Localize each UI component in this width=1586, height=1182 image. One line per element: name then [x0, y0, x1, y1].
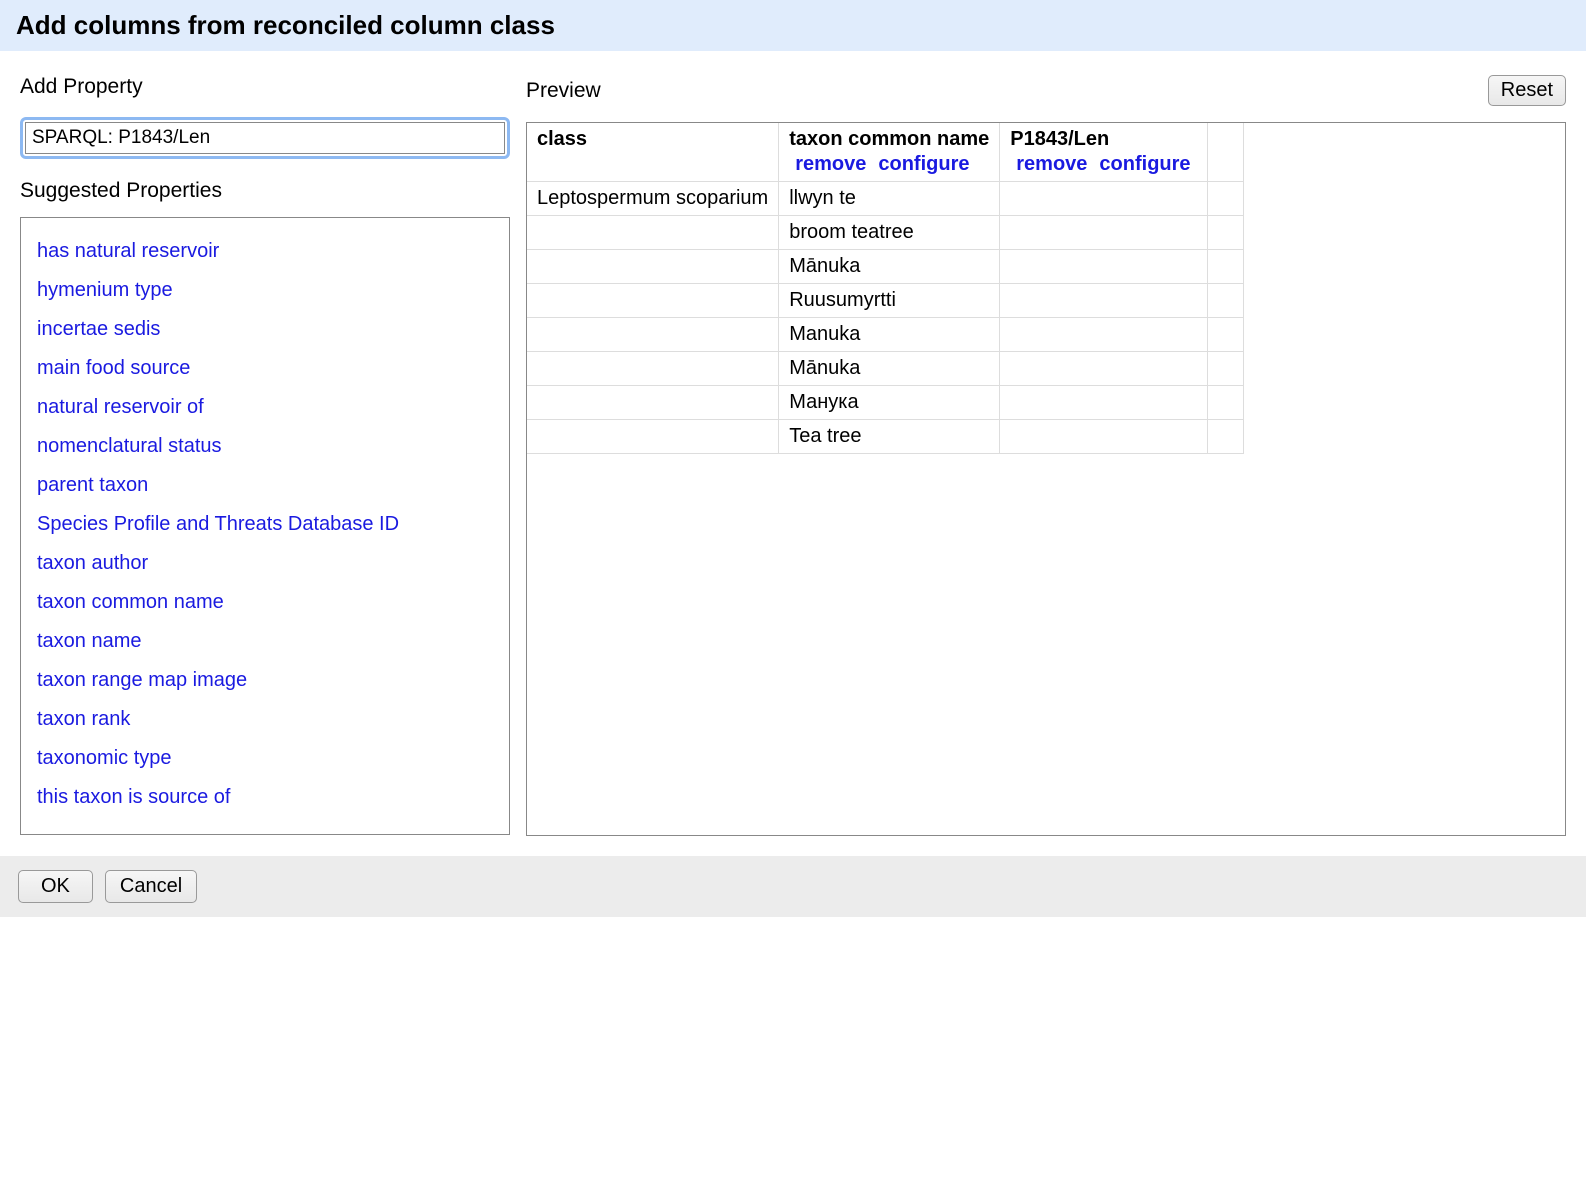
- table-row: Tea tree: [527, 420, 1243, 454]
- table-cell: Mānuka: [779, 250, 1000, 284]
- add-property-heading: Add Property: [20, 75, 510, 99]
- column-actions: remove configure: [789, 153, 989, 176]
- dialog-footer: OK Cancel: [0, 856, 1586, 917]
- table-row: Mānuka: [527, 352, 1243, 386]
- ok-button[interactable]: OK: [18, 870, 93, 903]
- suggested-property-item[interactable]: taxon rank: [37, 700, 493, 739]
- suggested-property-item[interactable]: taxon range map image: [37, 661, 493, 700]
- configure-column-link[interactable]: configure: [1099, 153, 1190, 175]
- suggested-property-item[interactable]: has natural reservoir: [37, 232, 493, 271]
- suggested-properties-list: has natural reservoirhymenium typeincert…: [20, 217, 510, 835]
- column-actions: remove configure: [1010, 153, 1196, 176]
- table-cell-empty: [1207, 250, 1243, 284]
- table-cell: Манука: [779, 386, 1000, 420]
- table-cell-empty: [1207, 284, 1243, 318]
- suggested-property-item[interactable]: natural reservoir of: [37, 388, 493, 427]
- suggested-property-item[interactable]: taxonomic type: [37, 739, 493, 778]
- property-input[interactable]: [25, 122, 505, 154]
- suggested-property-item[interactable]: taxon name: [37, 622, 493, 661]
- reset-button[interactable]: Reset: [1488, 75, 1566, 106]
- column-header: P1843/Lenremove configure: [1000, 123, 1207, 182]
- table-cell: broom teatree: [779, 216, 1000, 250]
- table-row: Манука: [527, 386, 1243, 420]
- column-header-label: class: [537, 128, 768, 151]
- suggested-properties-heading: Suggested Properties: [20, 179, 510, 203]
- table-cell-empty: [1207, 318, 1243, 352]
- cancel-button[interactable]: Cancel: [105, 870, 197, 903]
- table-cell-empty: [1207, 182, 1243, 216]
- dialog-body: Add Property Suggested Properties has na…: [0, 51, 1586, 856]
- table-cell: [1000, 216, 1207, 250]
- table-cell: [1000, 420, 1207, 454]
- column-header-empty: [1207, 123, 1243, 182]
- suggested-property-item[interactable]: taxon author: [37, 544, 493, 583]
- table-cell: [1000, 318, 1207, 352]
- table-row: Mānuka: [527, 250, 1243, 284]
- table-cell: Tea tree: [779, 420, 1000, 454]
- table-cell: [527, 318, 779, 352]
- table-cell: llwyn te: [779, 182, 1000, 216]
- table-cell-empty: [1207, 420, 1243, 454]
- suggested-property-item[interactable]: hymenium type: [37, 271, 493, 310]
- table-row: Ruusumyrtti: [527, 284, 1243, 318]
- suggested-property-item[interactable]: taxon common name: [37, 583, 493, 622]
- suggested-property-item[interactable]: main food source: [37, 349, 493, 388]
- configure-column-link[interactable]: configure: [878, 153, 969, 175]
- table-cell-empty: [1207, 386, 1243, 420]
- table-cell: [1000, 250, 1207, 284]
- property-input-wrap: [20, 117, 510, 159]
- table-cell: Leptospermum scoparium: [527, 182, 779, 216]
- preview-table: classtaxon common nameremoveconfigureP18…: [527, 123, 1244, 454]
- table-cell: [527, 216, 779, 250]
- suggested-property-item[interactable]: incertae sedis: [37, 310, 493, 349]
- table-cell-empty: [1207, 352, 1243, 386]
- column-header: class: [527, 123, 779, 182]
- table-cell-empty: [1207, 216, 1243, 250]
- table-row: Leptospermum scopariumllwyn te: [527, 182, 1243, 216]
- remove-column-link[interactable]: remove: [795, 153, 866, 175]
- preview-box: classtaxon common nameremoveconfigureP18…: [526, 122, 1566, 836]
- suggested-property-item[interactable]: this taxon is source of: [37, 778, 493, 817]
- table-cell: [527, 284, 779, 318]
- column-header-label: P1843/Len: [1010, 128, 1196, 151]
- add-property-panel: Add Property Suggested Properties has na…: [20, 75, 510, 836]
- dialog-title: Add columns from reconciled column class: [0, 0, 1586, 51]
- suggested-property-item[interactable]: Species Profile and Threats Database ID: [37, 505, 493, 544]
- table-cell: [1000, 284, 1207, 318]
- table-cell: [1000, 386, 1207, 420]
- remove-column-link[interactable]: remove: [1016, 153, 1087, 175]
- suggested-property-item[interactable]: nomenclatural status: [37, 427, 493, 466]
- suggested-property-item[interactable]: parent taxon: [37, 466, 493, 505]
- table-cell: [527, 250, 779, 284]
- table-cell: Manuka: [779, 318, 1000, 352]
- column-header-label: taxon common name: [789, 128, 989, 151]
- table-cell: [1000, 182, 1207, 216]
- column-header: taxon common nameremove configure: [779, 123, 1000, 182]
- table-row: Manuka: [527, 318, 1243, 352]
- preview-panel: Preview Reset classtaxon common nameremo…: [526, 75, 1566, 836]
- table-cell: [527, 420, 779, 454]
- preview-heading: Preview: [526, 79, 601, 103]
- table-cell: Mānuka: [779, 352, 1000, 386]
- table-cell: [527, 352, 779, 386]
- table-cell: [1000, 352, 1207, 386]
- table-row: broom teatree: [527, 216, 1243, 250]
- table-cell: Ruusumyrtti: [779, 284, 1000, 318]
- table-cell: [527, 386, 779, 420]
